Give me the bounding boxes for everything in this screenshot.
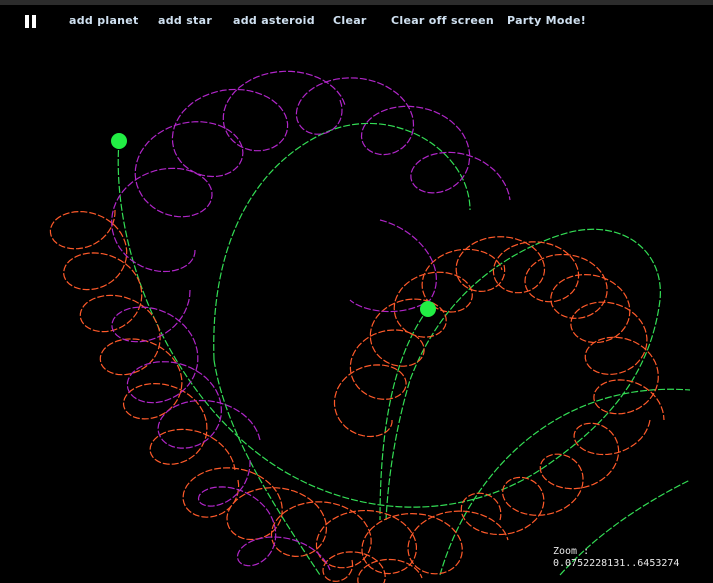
planet-trail-1 bbox=[49, 209, 236, 471]
planet-trail-2 bbox=[182, 467, 509, 575]
zoom-value: 0.0752228131..6453274 bbox=[553, 558, 680, 569]
add-planet-button[interactable]: add planet bbox=[69, 14, 139, 27]
simulation-window: add planet add star add asteroid Clear C… bbox=[0, 0, 713, 583]
planet-trail-11 bbox=[349, 219, 437, 313]
toolbar: add planet add star add asteroid Clear C… bbox=[0, 5, 713, 35]
zoom-readout: Zoom : 0.0752228131..6453274 bbox=[553, 546, 679, 570]
clear-off-screen-button[interactable]: Clear off screen bbox=[391, 14, 494, 27]
planet-trail-8 bbox=[295, 77, 511, 201]
planet-trail-7 bbox=[111, 70, 346, 273]
planet-trail-9 bbox=[111, 289, 261, 449]
simulation-canvas[interactable] bbox=[0, 0, 713, 583]
clear-button[interactable]: Clear bbox=[333, 14, 367, 27]
party-mode-button[interactable]: Party Mode! bbox=[507, 14, 586, 27]
star-trail-2 bbox=[213, 122, 471, 361]
zoom-label: Zoom : bbox=[553, 546, 590, 557]
pause-button[interactable] bbox=[24, 15, 38, 28]
star-body-1[interactable] bbox=[111, 133, 127, 149]
orbit-trails bbox=[49, 70, 691, 583]
add-asteroid-button[interactable]: add asteroid bbox=[233, 14, 315, 27]
pause-icon bbox=[25, 15, 29, 28]
add-star-button[interactable]: add star bbox=[158, 14, 212, 27]
planet-trail-3 bbox=[333, 248, 503, 438]
pause-icon-bar bbox=[32, 15, 36, 28]
star-body-2[interactable] bbox=[420, 301, 436, 317]
